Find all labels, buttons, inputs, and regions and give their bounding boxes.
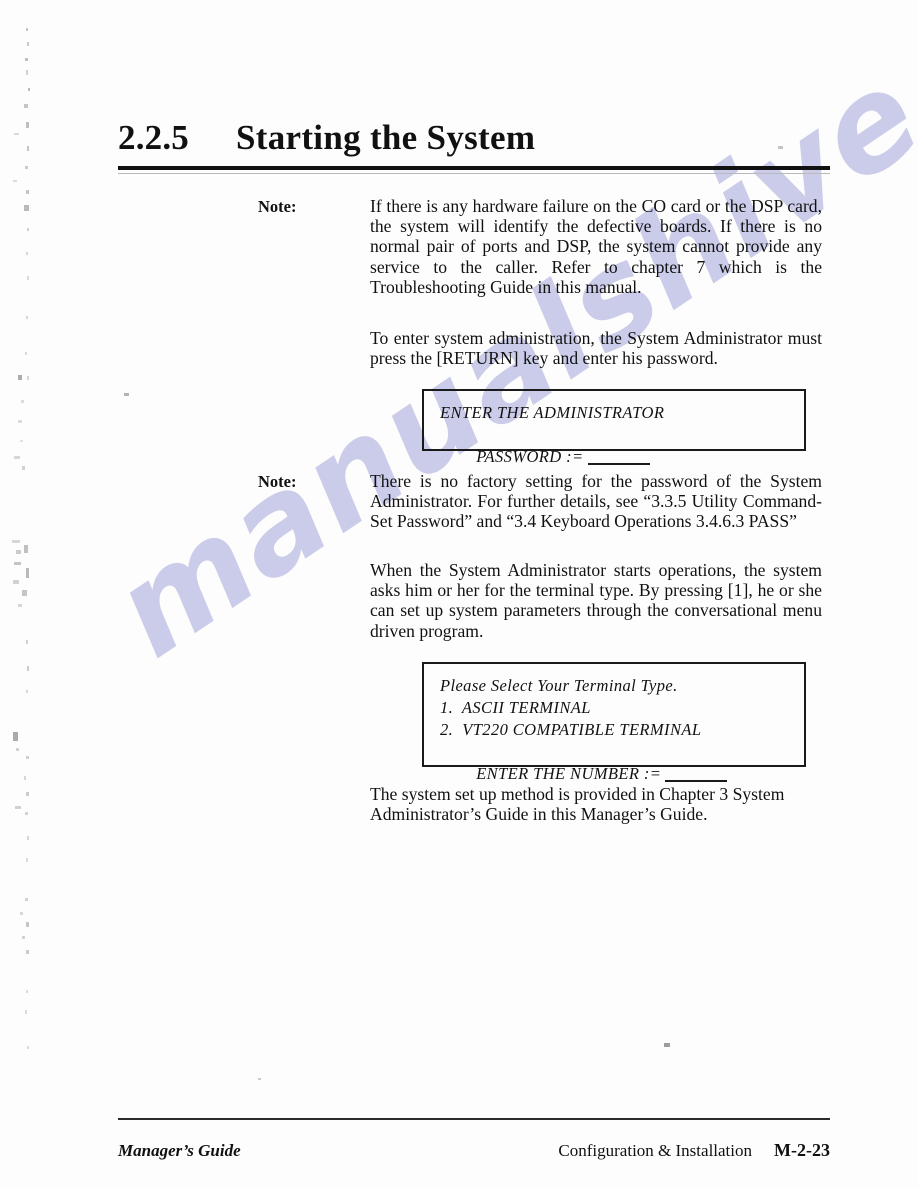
note-paragraph: If there is any hardware failure on the …: [370, 196, 822, 297]
page-footer: Manager’s Guide Configuration & Installa…: [118, 1140, 830, 1161]
terminal-option-2[interactable]: 2. VT220 COMPATIBLE TERMINAL: [440, 719, 804, 741]
footer-rule: [118, 1118, 830, 1120]
section-title: Starting the System: [236, 118, 536, 157]
paragraph-text: When the System Administrator starts ope…: [370, 560, 822, 641]
terminal-box-administrator-password: ENTER THE ADMINISTRATOR PASSWORD :=: [422, 389, 806, 466]
terminal-line-label: ENTER THE NUMBER :=: [476, 764, 662, 783]
paragraph-body: To enter system administration, the Syst…: [370, 328, 822, 368]
note-paragraph: There is no factory setting for the pass…: [370, 471, 822, 532]
title-rule-ghost: [118, 173, 830, 174]
document-page: manualshive.com 2.2.5 Starting the Syste…: [0, 0, 918, 1188]
page-title: 2.2.5 Starting the System: [118, 118, 830, 158]
paragraph-enter-admin: To enter system administration, the Syst…: [370, 328, 822, 368]
title-rule: [118, 166, 830, 170]
paragraph-setup-method: The system set up method is provided in …: [370, 784, 822, 824]
note-label: Note:: [258, 472, 297, 491]
paragraph-text: To enter system administration, the Syst…: [370, 328, 822, 369]
paragraph-text: The system set up method is provided in …: [370, 784, 785, 825]
terminal-prompt-line: Please Select Your Terminal Type.: [440, 676, 678, 695]
footer-chapter-name: Configuration & Installation: [558, 1141, 753, 1160]
note-body: If there is any hardware failure on the …: [370, 196, 822, 297]
terminal-line-label: PASSWORD :=: [476, 447, 584, 466]
paragraph-body: When the System Administrator starts ope…: [370, 560, 822, 641]
number-blank-field[interactable]: [665, 780, 728, 782]
terminal-option-1[interactable]: 1. ASCII TERMINAL: [440, 697, 804, 719]
footer-guide-name: Manager’s Guide: [118, 1141, 241, 1160]
password-blank-field[interactable]: [587, 463, 650, 465]
paragraph-terminal-type: When the System Administrator starts ope…: [370, 560, 822, 641]
note-block-2: Note: There is no factory setting for th…: [258, 471, 830, 532]
terminal-line: ENTER THE ADMINISTRATOR: [440, 403, 665, 422]
note-label: Note:: [258, 197, 297, 216]
section-number: 2.2.5: [118, 118, 189, 157]
note-body: There is no factory setting for the pass…: [370, 471, 822, 532]
terminal-box-select-terminal-type: Please Select Your Terminal Type. 1. ASC…: [422, 662, 806, 783]
footer-page-number: M-2-23: [774, 1140, 830, 1160]
paragraph-body: The system set up method is provided in …: [370, 784, 822, 824]
note-block-1: Note: If there is any hardware failure o…: [258, 196, 830, 297]
